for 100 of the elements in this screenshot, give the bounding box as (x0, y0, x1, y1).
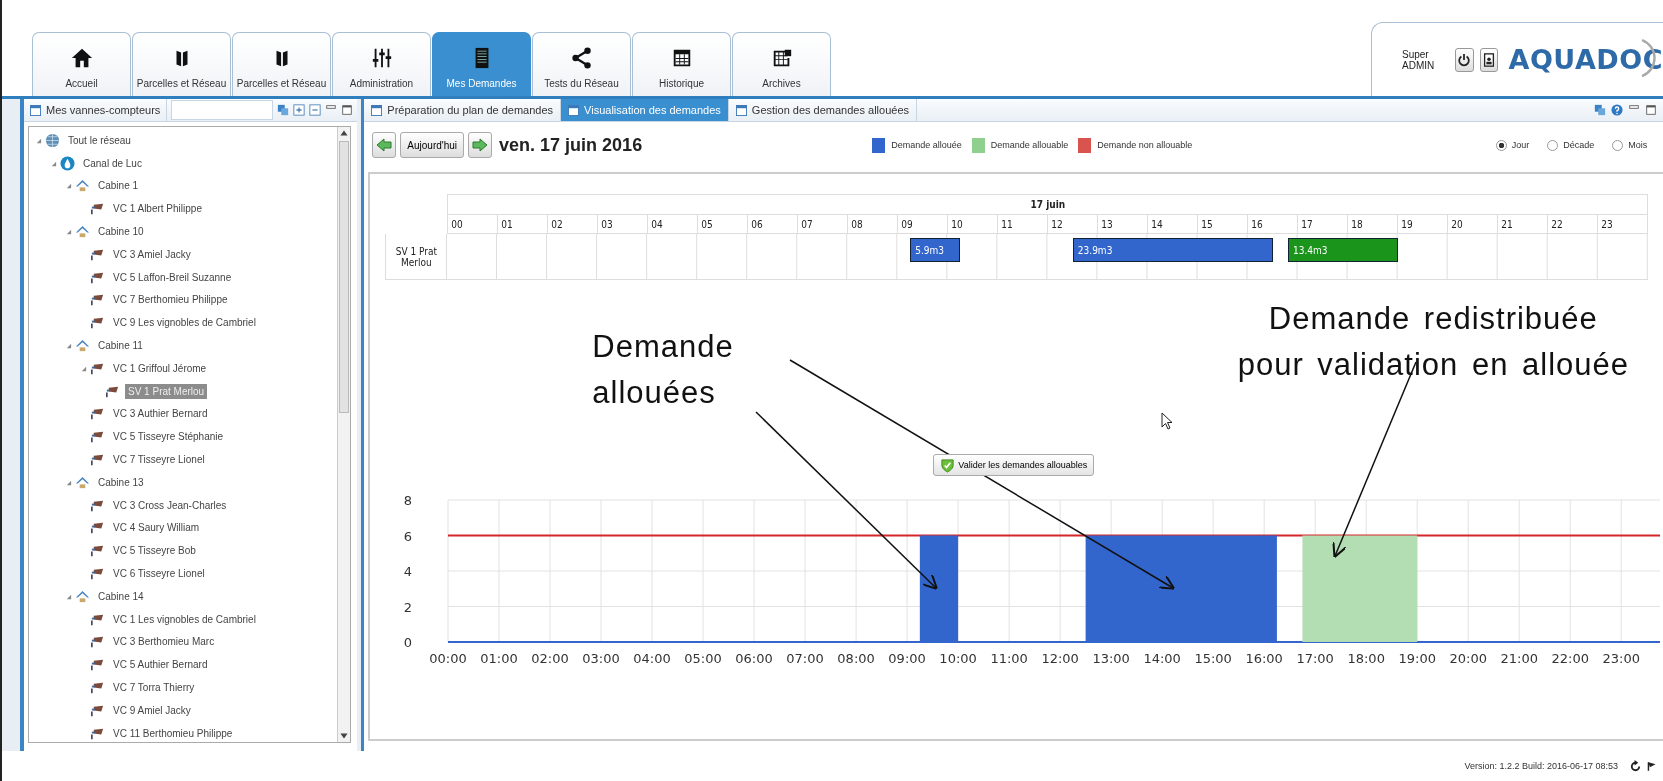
next-button[interactable] (468, 132, 493, 158)
content-tab[interactable]: Gestion des demandes allouées (728, 99, 917, 121)
tree-item[interactable]: VC 5 Authier Bernard (110, 657, 211, 673)
scroll-thumb[interactable] (339, 141, 350, 413)
help-icon[interactable] (1611, 104, 1624, 116)
radio-button[interactable] (1547, 139, 1559, 151)
tree-item[interactable]: Cabine 14 (95, 588, 147, 604)
x-tick-label: 21:00 (1500, 651, 1539, 666)
x-tick-label: 17:00 (1296, 651, 1335, 666)
valve-icon (90, 520, 105, 536)
x-tick-label: 02:00 (531, 651, 570, 666)
legend-label: Demande allouable (990, 140, 1069, 150)
valve-icon (90, 680, 105, 695)
profile-button[interactable] (1479, 47, 1499, 72)
hour-header: 18 (1348, 215, 1399, 234)
nav-tab[interactable]: Accueil (32, 32, 131, 96)
collapse-all-icon[interactable] (309, 104, 322, 116)
x-tick-label: 11:00 (990, 651, 1029, 666)
tree-item[interactable]: VC 9 Les vignobles de Cambriel (110, 315, 259, 331)
x-tick-label: 01:00 (480, 651, 519, 666)
expander-icon[interactable] (65, 228, 72, 236)
tree-item[interactable]: VC 3 Cross Jean-Charles (110, 497, 230, 513)
tree-item[interactable]: Cabine 1 (95, 178, 142, 194)
nav-tab[interactable]: Administration (332, 32, 431, 96)
maximize-icon[interactable] (1645, 104, 1658, 116)
expander-icon[interactable] (65, 342, 72, 350)
tree-item[interactable]: VC 3 Authier Bernard (110, 406, 211, 422)
tree-item[interactable]: Cabine 11 (95, 338, 146, 354)
demand-bar[interactable]: 5.9m3 (910, 238, 961, 262)
nav-tab[interactable]: Tests du Réseau (532, 32, 631, 96)
nav-tab[interactable]: Historique (632, 32, 731, 96)
x-tick-label: 23:00 (1602, 651, 1641, 666)
tree-item[interactable]: VC 3 Berthomieu Marc (110, 634, 218, 650)
today-button[interactable]: Aujourd'hui (400, 132, 465, 158)
expander-icon[interactable] (80, 364, 87, 372)
tree-item[interactable]: VC 11 Berthomieu Philippe (110, 725, 236, 741)
tree-item[interactable]: VC 1 Albert Philippe (110, 201, 205, 217)
tree-item[interactable]: VC 6 Tisseyre Lionel (110, 566, 208, 582)
tree-item[interactable]: Cabine 13 (95, 474, 147, 490)
valve-icon (90, 315, 105, 331)
period-radio[interactable]: Jour (1495, 139, 1530, 151)
expander-icon[interactable] (50, 159, 57, 167)
tree-item[interactable]: VC 1 Griffoul Jérome (110, 360, 210, 376)
x-tick-label: 18:00 (1347, 651, 1386, 666)
tree-item[interactable]: VC 5 Tisseyre Bob (110, 543, 199, 559)
valve-icon (90, 543, 105, 559)
tree-item[interactable]: Cabine 10 (95, 224, 147, 240)
water-drop-icon (60, 155, 75, 171)
cursor-icon (1161, 412, 1174, 430)
validate-button[interactable]: Valider les demandes allouables (933, 454, 1095, 476)
arrow-right-icon (472, 137, 489, 153)
period-radio[interactable]: Mois (1612, 139, 1648, 151)
expander-icon[interactable] (65, 478, 72, 486)
demand-bar[interactable]: 13.4m3 (1288, 238, 1399, 262)
hour-header: 14 (1148, 215, 1199, 234)
period-radio[interactable]: Décade (1547, 139, 1595, 151)
hour-header: 15 (1198, 215, 1249, 234)
tree-item[interactable]: Canal de Luc (80, 155, 145, 171)
search-field[interactable] (171, 100, 274, 120)
x-tick-label: 14:00 (1143, 651, 1182, 666)
radio-button[interactable] (1495, 139, 1507, 151)
tree-item[interactable]: VC 3 Amiel Jacky (110, 246, 194, 262)
expander-icon[interactable] (65, 592, 72, 600)
maximize-icon[interactable] (341, 104, 354, 116)
nav-tab[interactable]: Parcelles et Réseau (132, 32, 231, 96)
house-icon (75, 178, 90, 194)
power-button[interactable] (1454, 47, 1474, 72)
tree-item[interactable]: VC 4 Saury William (110, 520, 203, 536)
tree-item[interactable]: VC 1 Les vignobles de Cambriel (110, 611, 259, 627)
nav-tab[interactable]: Archives (732, 32, 831, 96)
tree-item[interactable]: Tout le réseau (65, 132, 134, 148)
tree-item[interactable]: VC 7 Tisseyre Lionel (110, 452, 208, 468)
arrow-left-icon (376, 137, 393, 153)
valve-icon (90, 657, 105, 673)
previous-button[interactable] (372, 132, 397, 158)
flag-icon[interactable] (1647, 759, 1657, 773)
tree-item[interactable]: VC 5 Laffon-Breil Suzanne (110, 269, 235, 285)
nav-tab[interactable]: Parcelles et Réseau (232, 32, 331, 96)
y-tick-label: 6 (404, 528, 413, 544)
tree-item[interactable]: VC 5 Tisseyre Stéphanie (110, 429, 227, 445)
hour-header: 17 (1298, 215, 1349, 234)
tree-item[interactable]: VC 7 Berthomieu Philippe (110, 292, 231, 308)
tree-item[interactable]: VC 9 Amiel Jacky (110, 702, 194, 718)
expander-icon[interactable] (65, 182, 72, 190)
hour-header: 12 (1048, 215, 1099, 234)
x-tick-label: 03:00 (582, 651, 621, 666)
house-icon (75, 588, 90, 604)
valve-icon (90, 201, 105, 217)
x-tick-label: 13:00 (1092, 651, 1131, 666)
demand-bar[interactable]: 23.9m3 (1072, 238, 1273, 262)
tree-item[interactable]: VC 7 Torra Thierry (110, 680, 198, 695)
scrollbar[interactable] (337, 127, 351, 742)
x-tick-label: 07:00 (786, 651, 825, 666)
hour-header: 21 (1498, 215, 1549, 234)
power-icon (1457, 52, 1472, 67)
share-icon (570, 47, 593, 69)
radio-button[interactable] (1612, 139, 1624, 151)
expand-all-icon[interactable] (293, 104, 306, 116)
refresh-icon[interactable] (1629, 759, 1642, 773)
expander-icon[interactable] (35, 136, 42, 144)
